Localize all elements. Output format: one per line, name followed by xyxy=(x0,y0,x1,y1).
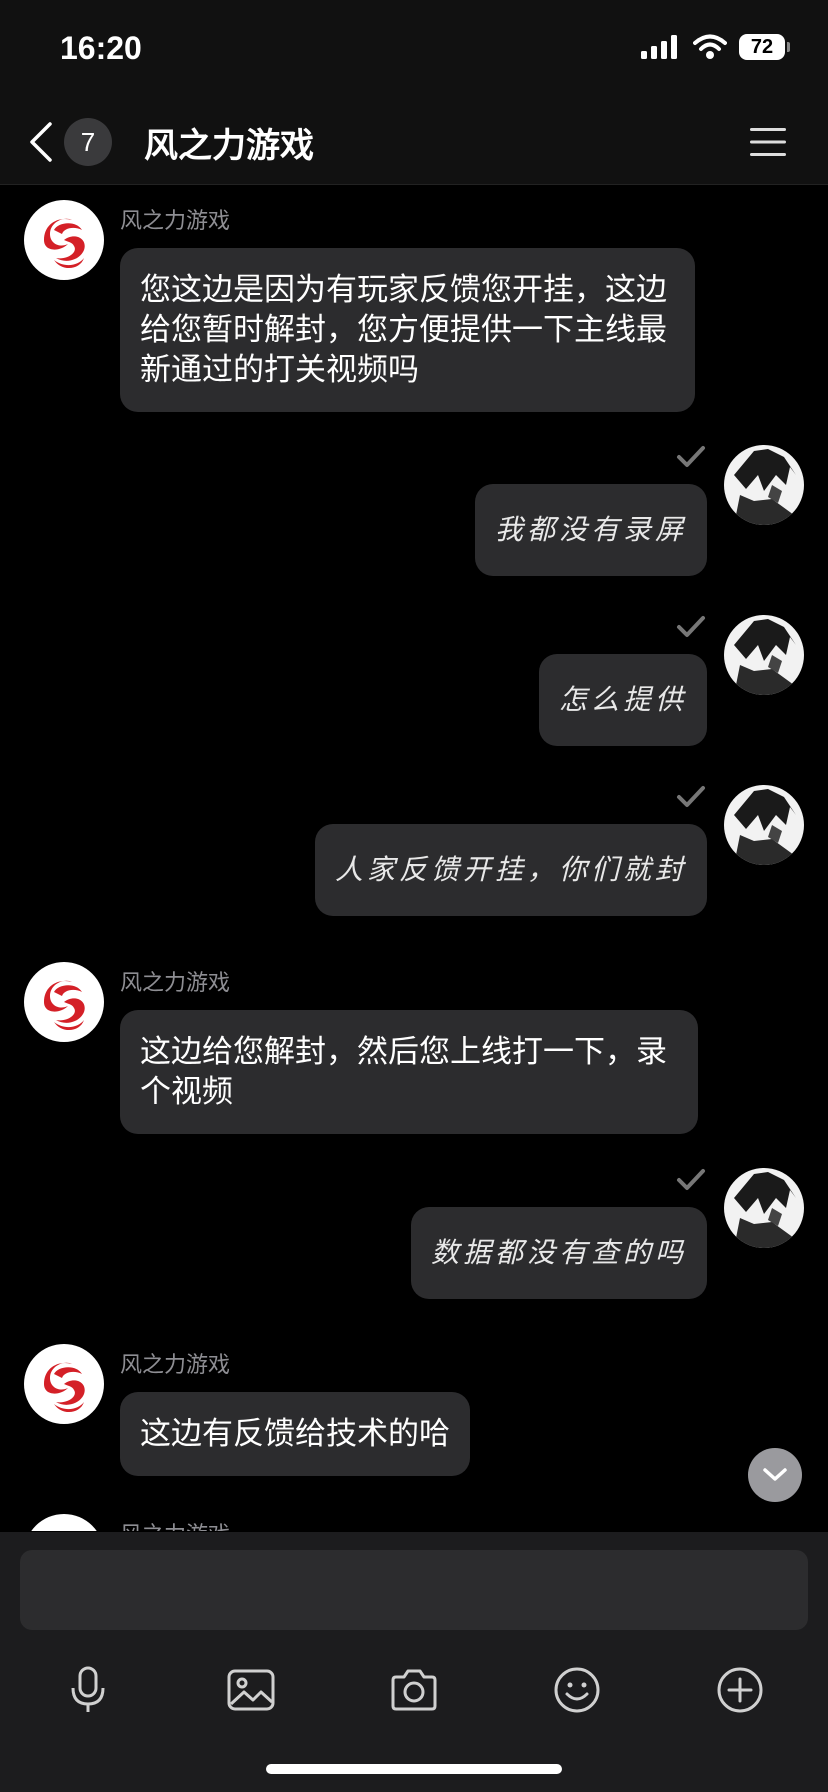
incoming-message: 风之力游戏 您这边是因为有玩家反馈您开挂，这边给您暂时解封，您方便提供一下主线最… xyxy=(0,185,828,415)
user-avatar[interactable] xyxy=(724,1168,804,1248)
status-bar: 16:20 72 xyxy=(0,0,828,100)
image-button[interactable] xyxy=(223,1662,279,1718)
image-icon xyxy=(227,1669,275,1711)
message-bubble[interactable]: 数据都没有查的吗 xyxy=(410,1207,707,1299)
message-bubble[interactable]: 这边给您解封，然后您上线打一下，录个视频 xyxy=(120,1010,698,1134)
back-chevron-icon[interactable] xyxy=(26,120,56,164)
user-avatar-icon xyxy=(734,619,796,695)
user-avatar-icon xyxy=(734,789,796,865)
menu-icon[interactable] xyxy=(750,126,786,158)
sender-name: 风之力游戏 xyxy=(120,971,231,996)
user-avatar-icon xyxy=(734,449,796,525)
brand-avatar[interactable] xyxy=(24,962,104,1042)
read-check-icon xyxy=(677,446,705,467)
microphone-icon xyxy=(71,1666,105,1712)
more-button[interactable] xyxy=(712,1662,768,1718)
read-check-icon xyxy=(677,616,705,637)
input-panel xyxy=(0,1532,828,1792)
sender-name: 风之力游戏 xyxy=(120,1353,231,1378)
chat-title: 风之力游戏 xyxy=(144,126,314,166)
outgoing-message: 人家反馈开挂，你们就封 xyxy=(0,785,828,916)
incoming-message: 风之力游戏 这边有反馈给技术的哈 xyxy=(0,1329,828,1479)
battery-icon: 72 xyxy=(739,34,790,60)
brand-logo-icon xyxy=(44,1362,85,1413)
brand-avatar[interactable] xyxy=(24,200,104,280)
brand-avatar[interactable] xyxy=(24,1344,104,1424)
chat-header: 7 风之力游戏 xyxy=(0,100,828,185)
unread-count-badge[interactable]: 7 xyxy=(64,118,112,166)
message-bubble[interactable]: 人家反馈开挂，你们就封 xyxy=(314,824,707,916)
emoji-icon xyxy=(554,1667,600,1713)
camera-button[interactable] xyxy=(386,1662,442,1718)
message-bubble[interactable]: 这边有反馈给技术的哈 xyxy=(120,1392,470,1476)
message-bubble[interactable]: 我都没有录屏 xyxy=(474,484,707,576)
message-bubble[interactable]: 怎么提供 xyxy=(538,654,707,746)
outgoing-message: 我都没有录屏 xyxy=(0,445,828,576)
battery-tip xyxy=(787,42,790,52)
brand-logo-icon xyxy=(24,1514,104,1531)
outgoing-message: 数据都没有查的吗 xyxy=(0,1168,828,1299)
incoming-message: 风之力游戏 这边给您解封，然后您上线打一下，录个视频 xyxy=(0,947,828,1134)
status-time: 16:20 xyxy=(60,30,142,66)
user-avatar-icon xyxy=(734,1172,796,1248)
message-input[interactable] xyxy=(20,1550,808,1630)
outgoing-message: 怎么提供 xyxy=(0,615,828,746)
user-avatar[interactable] xyxy=(724,445,804,525)
brand-logo-icon xyxy=(44,218,85,269)
message-list[interactable]: 风之力游戏 您这边是因为有玩家反馈您开挂，这边给您暂时解封，您方便提供一下主线最… xyxy=(0,185,828,1531)
battery-level: 72 xyxy=(739,34,785,60)
plus-circle-icon xyxy=(717,1667,763,1713)
brand-avatar[interactable] xyxy=(24,1514,104,1531)
scroll-to-bottom-button[interactable] xyxy=(748,1448,802,1502)
read-check-icon xyxy=(677,786,705,807)
chevron-down-icon xyxy=(763,1468,787,1481)
voice-button[interactable] xyxy=(60,1662,116,1718)
cellular-signal-icon xyxy=(641,35,677,59)
brand-logo-icon xyxy=(44,980,85,1031)
user-avatar[interactable] xyxy=(724,615,804,695)
status-icons: 72 xyxy=(641,34,790,60)
incoming-message: 风之力游戏 xyxy=(0,1499,828,1531)
home-indicator[interactable] xyxy=(266,1764,562,1774)
emoji-button[interactable] xyxy=(549,1662,605,1718)
sender-name: 风之力游戏 xyxy=(120,209,231,234)
wifi-icon xyxy=(693,34,727,59)
user-avatar[interactable] xyxy=(724,785,804,865)
message-bubble[interactable]: 您这边是因为有玩家反馈您开挂，这边给您暂时解封，您方便提供一下主线最新通过的打关… xyxy=(120,248,695,412)
read-check-icon xyxy=(677,1169,705,1190)
sender-name: 风之力游戏 xyxy=(120,1517,230,1531)
camera-icon xyxy=(391,1669,437,1711)
